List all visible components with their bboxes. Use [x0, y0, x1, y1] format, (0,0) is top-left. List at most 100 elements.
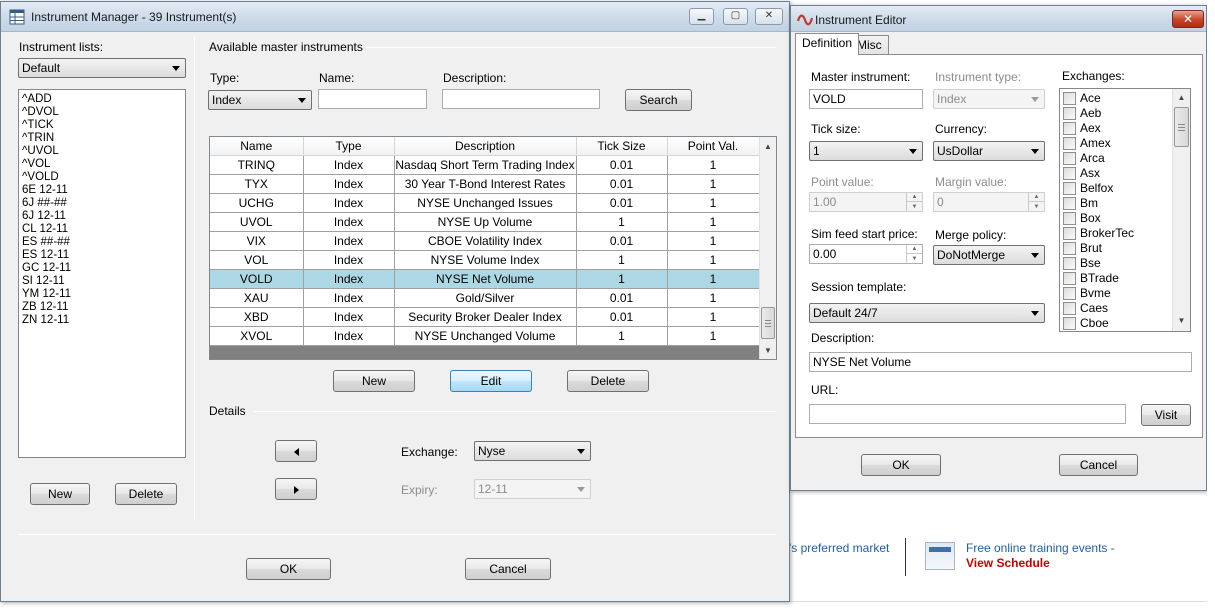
search-button[interactable]: Search — [625, 89, 692, 111]
table-cell: Index — [303, 269, 395, 289]
instrument-list-item[interactable]: ZB 12-11 — [19, 301, 185, 314]
merge-policy-select[interactable]: DoNotMerge — [933, 245, 1045, 265]
exchange-checkbox[interactable] — [1063, 317, 1076, 330]
tick-size-select[interactable]: 1 — [809, 141, 923, 161]
instrument-list-item[interactable]: ^VOLD — [19, 171, 185, 184]
instrument-list-item[interactable]: ^TICK — [19, 119, 185, 132]
exchange-checkbox[interactable] — [1063, 242, 1076, 255]
instrument-listbox[interactable]: ^ADD ^DVOL ^TICK ^TRIN ^UVOL ^VOL ^VOLD 6E 12-1… — [18, 89, 186, 458]
master-instrument-input[interactable]: VOLD — [809, 89, 923, 109]
grid-delete-button[interactable]: Delete — [567, 370, 649, 392]
instrument-list-item[interactable]: ^VOL — [19, 158, 185, 171]
exchange-checkbox[interactable] — [1063, 182, 1076, 195]
exchange-checkbox[interactable] — [1063, 107, 1076, 120]
wave-app-icon — [797, 14, 813, 26]
grid-new-button[interactable]: New — [333, 370, 415, 392]
bg-schedule-link[interactable]: View Schedule — [966, 556, 1050, 570]
manager-ok-button[interactable]: OK — [246, 558, 331, 580]
table-row[interactable]: XAU Index Gold/Silver 0.01 1 — [210, 288, 760, 308]
table-row[interactable]: UVOL Index NYSE Up Volume 1 1 — [210, 212, 760, 232]
instrument-list-item[interactable]: ^DVOL — [19, 106, 185, 119]
sim-feed-input[interactable]: 0.00 ▲ ▼ — [809, 244, 923, 264]
column-header[interactable]: Name — [210, 137, 304, 156]
exchanges-scrollbar[interactable]: ▲ ▼ — [1172, 89, 1190, 331]
move-right-button[interactable] — [275, 478, 317, 500]
exchange-checkbox[interactable] — [1063, 272, 1076, 285]
table-row[interactable]: VOLD Index NYSE Net Volume 1 1 — [210, 269, 760, 289]
url-input[interactable] — [809, 404, 1126, 424]
column-header[interactable]: Description — [394, 137, 577, 156]
exchange-select[interactable]: Nyse — [474, 441, 591, 461]
tab-definition[interactable]: Definition — [795, 33, 860, 55]
scroll-thumb[interactable] — [761, 307, 775, 339]
move-left-button[interactable] — [275, 440, 317, 462]
maximize-button[interactable]: ▢ — [723, 8, 748, 25]
instrument-list-item[interactable]: ^TRIN — [19, 132, 185, 145]
table-row[interactable]: TRINQ Index Nasdaq Short Term Trading Inde… — [210, 155, 760, 175]
list-delete-button[interactable]: Delete — [115, 483, 177, 505]
list-new-button[interactable]: New — [30, 483, 90, 505]
instrument-list-item[interactable]: 6E 12-11 — [19, 184, 185, 197]
grid-edit-button[interactable]: Edit — [450, 370, 532, 392]
session-template-label: Session template: — [811, 280, 907, 294]
scroll-down-icon[interactable]: ▼ — [1173, 313, 1190, 329]
manager-cancel-button[interactable]: Cancel — [465, 558, 551, 580]
name-input[interactable] — [318, 89, 427, 109]
manager-titlebar[interactable]: Instrument Manager - 39 Instrument(s) ▁ … — [1, 2, 789, 32]
session-template-select[interactable]: Default 24/7 — [809, 303, 1045, 323]
exchanges-checklist[interactable]: Ace Aeb Aex Amex Arca Asx Belfox Bm Box BrokerTec… — [1059, 88, 1191, 332]
instrument-list-item[interactable]: ^ADD — [19, 93, 185, 106]
instrument-list-item[interactable]: GC 12-11 — [19, 262, 185, 275]
minimize-button[interactable]: ▁ — [689, 8, 714, 25]
editor-description-input[interactable]: NYSE Net Volume — [809, 352, 1192, 372]
exchange-checkbox[interactable] — [1063, 167, 1076, 180]
exchange-checkbox[interactable] — [1063, 227, 1076, 240]
exchange-checkbox[interactable] — [1063, 197, 1076, 210]
instrument-list-item[interactable]: ^UVOL — [19, 145, 185, 158]
editor-titlebar[interactable]: Instrument Editor ✕ — [791, 6, 1206, 32]
point-value-value: 1.00 — [813, 195, 837, 209]
scroll-up-icon[interactable]: ▲ — [1173, 90, 1190, 106]
exchange-checkbox[interactable] — [1063, 212, 1076, 225]
table-cell: VOL — [210, 250, 304, 270]
column-header[interactable]: Type — [303, 137, 395, 156]
table-row[interactable]: VIX Index CBOE Volatility Index 0.01 1 — [210, 231, 760, 251]
close-button[interactable]: ✕ — [755, 8, 783, 25]
editor-ok-button[interactable]: OK — [861, 454, 941, 476]
instrument-list-item[interactable]: ES ##-## — [19, 236, 185, 249]
exchange-checkbox[interactable] — [1063, 92, 1076, 105]
table-row[interactable]: XVOL Index NYSE Unchanged Volume 1 1 — [210, 326, 760, 346]
column-header[interactable]: Tick Size — [576, 137, 668, 156]
editor-close-button[interactable]: ✕ — [1172, 10, 1204, 28]
instrument-list-item[interactable]: SI 12-11 — [19, 275, 185, 288]
description-input[interactable] — [442, 89, 600, 109]
column-header[interactable]: Point Val. — [667, 137, 760, 156]
instrument-list-item[interactable]: ES 12-11 — [19, 249, 185, 262]
type-select[interactable]: Index — [208, 90, 312, 110]
instrument-list-item[interactable]: CL 12-11 — [19, 223, 185, 236]
table-row[interactable]: TYX Index 30 Year T-Bond Interest Rates 0.0… — [210, 174, 760, 194]
table-row[interactable]: XBD Index Security Broker Dealer Index 0.01… — [210, 307, 760, 327]
grid-scrollbar[interactable]: ▲ ▼ — [759, 137, 776, 359]
scroll-down-icon[interactable]: ▼ — [760, 343, 776, 359]
editor-cancel-button[interactable]: Cancel — [1059, 454, 1138, 476]
instrument-list-item[interactable]: 6J 12-11 — [19, 210, 185, 223]
exchange-checkbox[interactable] — [1063, 152, 1076, 165]
table-cell: Gold/Silver — [394, 288, 577, 308]
scroll-up-icon[interactable]: ▲ — [760, 139, 776, 155]
sim-feed-spinner[interactable]: ▲ ▼ — [906, 245, 922, 263]
exchange-checkbox[interactable] — [1063, 302, 1076, 315]
exchange-checkbox[interactable] — [1063, 137, 1076, 150]
instrument-list-item[interactable]: ZN 12-11 — [19, 314, 185, 327]
table-row[interactable]: UCHG Index NYSE Unchanged Issues 0.01 1 — [210, 193, 760, 213]
exchange-checkbox[interactable] — [1063, 122, 1076, 135]
exchange-checkbox[interactable] — [1063, 287, 1076, 300]
table-row[interactable]: VOL Index NYSE Volume Index 1 1 — [210, 250, 760, 270]
currency-select[interactable]: UsDollar — [933, 141, 1045, 161]
scroll-thumb[interactable] — [1174, 107, 1189, 147]
instrument-list-item[interactable]: 6J ##-## — [19, 197, 185, 210]
visit-button[interactable]: Visit — [1141, 404, 1191, 426]
instrument-list-item[interactable]: YM 12-11 — [19, 288, 185, 301]
exchange-checkbox[interactable] — [1063, 257, 1076, 270]
instrument-lists-select[interactable]: Default — [18, 58, 186, 78]
